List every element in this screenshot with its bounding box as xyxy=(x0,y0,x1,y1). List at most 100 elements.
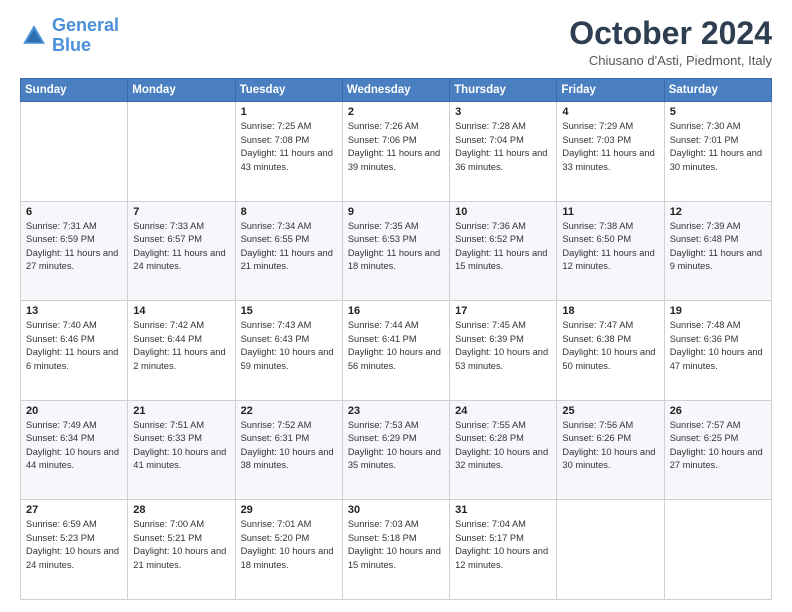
table-row xyxy=(557,500,664,600)
logo-line2: Blue xyxy=(52,35,91,55)
calendar-week-5: 27 Sunrise: 6:59 AM Sunset: 5:23 PM Dayli… xyxy=(21,500,772,600)
table-row: 20Sunrise: 7:49 AM Sunset: 6:34 PM Dayli… xyxy=(21,400,128,500)
table-row: 26 Sunrise: 7:57 AM Sunset: 6:25 PM Dayli… xyxy=(664,400,771,500)
day-info: Sunrise: 7:56 AM Sunset: 6:26 PM Dayligh… xyxy=(562,419,658,473)
day-info: Sunrise: 7:30 AM Sunset: 7:01 PM Dayligh… xyxy=(670,120,766,174)
calendar-week-1: 1 Sunrise: 7:25 AM Sunset: 7:08 PM Daylig… xyxy=(21,102,772,202)
day-info: Sunrise: 7:01 AM Sunset: 5:20 PM Dayligh… xyxy=(241,518,337,572)
table-row xyxy=(664,500,771,600)
day-info: Sunrise: 7:47 AM Sunset: 6:38 PM Dayligh… xyxy=(562,319,658,373)
table-row: 5 Sunrise: 7:30 AM Sunset: 7:01 PM Daylig… xyxy=(664,102,771,202)
table-row: 18 Sunrise: 7:47 AM Sunset: 6:38 PM Dayli… xyxy=(557,301,664,401)
day-number: 26 xyxy=(670,405,766,417)
location: Chiusano d'Asti, Piedmont, Italy xyxy=(569,53,772,68)
col-thursday: Thursday xyxy=(450,79,557,102)
day-number: 16 xyxy=(348,305,444,317)
calendar-table: Sunday Monday Tuesday Wednesday Thursday… xyxy=(20,78,772,600)
day-info: Sunrise: 6:59 AM Sunset: 5:23 PM Dayligh… xyxy=(26,518,122,572)
calendar-week-3: 13Sunrise: 7:40 AM Sunset: 6:46 PM Dayli… xyxy=(21,301,772,401)
table-row: 25 Sunrise: 7:56 AM Sunset: 6:26 PM Dayli… xyxy=(557,400,664,500)
table-row: 4Sunrise: 7:29 AM Sunset: 7:03 PM Daylig… xyxy=(557,102,664,202)
table-row: 8 Sunrise: 7:34 AM Sunset: 6:55 PM Daylig… xyxy=(235,201,342,301)
table-row xyxy=(21,102,128,202)
month-title: October 2024 xyxy=(569,16,772,51)
day-number: 5 xyxy=(670,106,766,118)
day-number: 14 xyxy=(133,305,229,317)
day-number: 7 xyxy=(133,206,229,218)
table-row: 9Sunrise: 7:35 AM Sunset: 6:53 PM Daylig… xyxy=(342,201,449,301)
table-row: 15Sunrise: 7:43 AM Sunset: 6:43 PM Dayli… xyxy=(235,301,342,401)
day-info: Sunrise: 7:28 AM Sunset: 7:04 PM Dayligh… xyxy=(455,120,551,174)
col-sunday: Sunday xyxy=(21,79,128,102)
day-info: Sunrise: 7:51 AM Sunset: 6:33 PM Dayligh… xyxy=(133,419,229,473)
title-block: October 2024 Chiusano d'Asti, Piedmont, … xyxy=(569,16,772,68)
day-number: 18 xyxy=(562,305,658,317)
table-row: 21Sunrise: 7:51 AM Sunset: 6:33 PM Dayli… xyxy=(128,400,235,500)
day-info: Sunrise: 7:40 AM Sunset: 6:46 PM Dayligh… xyxy=(26,319,122,373)
calendar-week-2: 6Sunrise: 7:31 AM Sunset: 6:59 PM Daylig… xyxy=(21,201,772,301)
day-number: 22 xyxy=(241,405,337,417)
col-saturday: Saturday xyxy=(664,79,771,102)
table-row: 1 Sunrise: 7:25 AM Sunset: 7:08 PM Daylig… xyxy=(235,102,342,202)
day-info: Sunrise: 7:26 AM Sunset: 7:06 PM Dayligh… xyxy=(348,120,444,174)
table-row: 22 Sunrise: 7:52 AM Sunset: 6:31 PM Dayli… xyxy=(235,400,342,500)
day-number: 17 xyxy=(455,305,551,317)
day-info: Sunrise: 7:44 AM Sunset: 6:41 PM Dayligh… xyxy=(348,319,444,373)
day-info: Sunrise: 7:57 AM Sunset: 6:25 PM Dayligh… xyxy=(670,419,766,473)
day-number: 19 xyxy=(670,305,766,317)
col-tuesday: Tuesday xyxy=(235,79,342,102)
day-number: 11 xyxy=(562,206,658,218)
day-number: 4 xyxy=(562,106,658,118)
day-info: Sunrise: 7:25 AM Sunset: 7:08 PM Dayligh… xyxy=(241,120,337,174)
day-number: 28 xyxy=(133,504,229,516)
logo-line1: General xyxy=(52,15,119,35)
day-info: Sunrise: 7:38 AM Sunset: 6:50 PM Dayligh… xyxy=(562,220,658,274)
table-row: 28 Sunrise: 7:00 AM Sunset: 5:21 PM Dayli… xyxy=(128,500,235,600)
day-info: Sunrise: 7:52 AM Sunset: 6:31 PM Dayligh… xyxy=(241,419,337,473)
day-info: Sunrise: 7:34 AM Sunset: 6:55 PM Dayligh… xyxy=(241,220,337,274)
day-number: 27 xyxy=(26,504,122,516)
day-number: 6 xyxy=(26,206,122,218)
day-info: Sunrise: 7:49 AM Sunset: 6:34 PM Dayligh… xyxy=(26,419,122,473)
header: General Blue October 2024 Chiusano d'Ast… xyxy=(20,16,772,68)
day-info: Sunrise: 7:53 AM Sunset: 6:29 PM Dayligh… xyxy=(348,419,444,473)
table-row: 13Sunrise: 7:40 AM Sunset: 6:46 PM Dayli… xyxy=(21,301,128,401)
day-number: 30 xyxy=(348,504,444,516)
table-row: 17 Sunrise: 7:45 AM Sunset: 6:39 PM Dayli… xyxy=(450,301,557,401)
day-info: Sunrise: 7:03 AM Sunset: 5:18 PM Dayligh… xyxy=(348,518,444,572)
day-info: Sunrise: 7:36 AM Sunset: 6:52 PM Dayligh… xyxy=(455,220,551,274)
logo: General Blue xyxy=(20,16,119,56)
table-row xyxy=(128,102,235,202)
day-number: 23 xyxy=(348,405,444,417)
day-number: 24 xyxy=(455,405,551,417)
day-number: 25 xyxy=(562,405,658,417)
table-row: 11 Sunrise: 7:38 AM Sunset: 6:50 PM Dayli… xyxy=(557,201,664,301)
day-number: 12 xyxy=(670,206,766,218)
day-number: 2 xyxy=(348,106,444,118)
table-row: 7 Sunrise: 7:33 AM Sunset: 6:57 PM Daylig… xyxy=(128,201,235,301)
day-info: Sunrise: 7:33 AM Sunset: 6:57 PM Dayligh… xyxy=(133,220,229,274)
table-row: 29Sunrise: 7:01 AM Sunset: 5:20 PM Dayli… xyxy=(235,500,342,600)
col-monday: Monday xyxy=(128,79,235,102)
day-info: Sunrise: 7:45 AM Sunset: 6:39 PM Dayligh… xyxy=(455,319,551,373)
day-number: 8 xyxy=(241,206,337,218)
table-row: 30 Sunrise: 7:03 AM Sunset: 5:18 PM Dayli… xyxy=(342,500,449,600)
day-info: Sunrise: 7:42 AM Sunset: 6:44 PM Dayligh… xyxy=(133,319,229,373)
table-row: 12 Sunrise: 7:39 AM Sunset: 6:48 PM Dayli… xyxy=(664,201,771,301)
day-info: Sunrise: 7:04 AM Sunset: 5:17 PM Dayligh… xyxy=(455,518,551,572)
table-row: 14 Sunrise: 7:42 AM Sunset: 6:44 PM Dayli… xyxy=(128,301,235,401)
day-number: 1 xyxy=(241,106,337,118)
day-info: Sunrise: 7:55 AM Sunset: 6:28 PM Dayligh… xyxy=(455,419,551,473)
day-info: Sunrise: 7:00 AM Sunset: 5:21 PM Dayligh… xyxy=(133,518,229,572)
table-row: 27 Sunrise: 6:59 AM Sunset: 5:23 PM Dayli… xyxy=(21,500,128,600)
calendar-header-row: Sunday Monday Tuesday Wednesday Thursday… xyxy=(21,79,772,102)
day-number: 31 xyxy=(455,504,551,516)
table-row: 16 Sunrise: 7:44 AM Sunset: 6:41 PM Dayli… xyxy=(342,301,449,401)
col-friday: Friday xyxy=(557,79,664,102)
table-row: 6Sunrise: 7:31 AM Sunset: 6:59 PM Daylig… xyxy=(21,201,128,301)
day-number: 3 xyxy=(455,106,551,118)
day-info: Sunrise: 7:39 AM Sunset: 6:48 PM Dayligh… xyxy=(670,220,766,274)
table-row: 10Sunrise: 7:36 AM Sunset: 6:52 PM Dayli… xyxy=(450,201,557,301)
logo-text: General Blue xyxy=(52,16,119,56)
day-info: Sunrise: 7:43 AM Sunset: 6:43 PM Dayligh… xyxy=(241,319,337,373)
